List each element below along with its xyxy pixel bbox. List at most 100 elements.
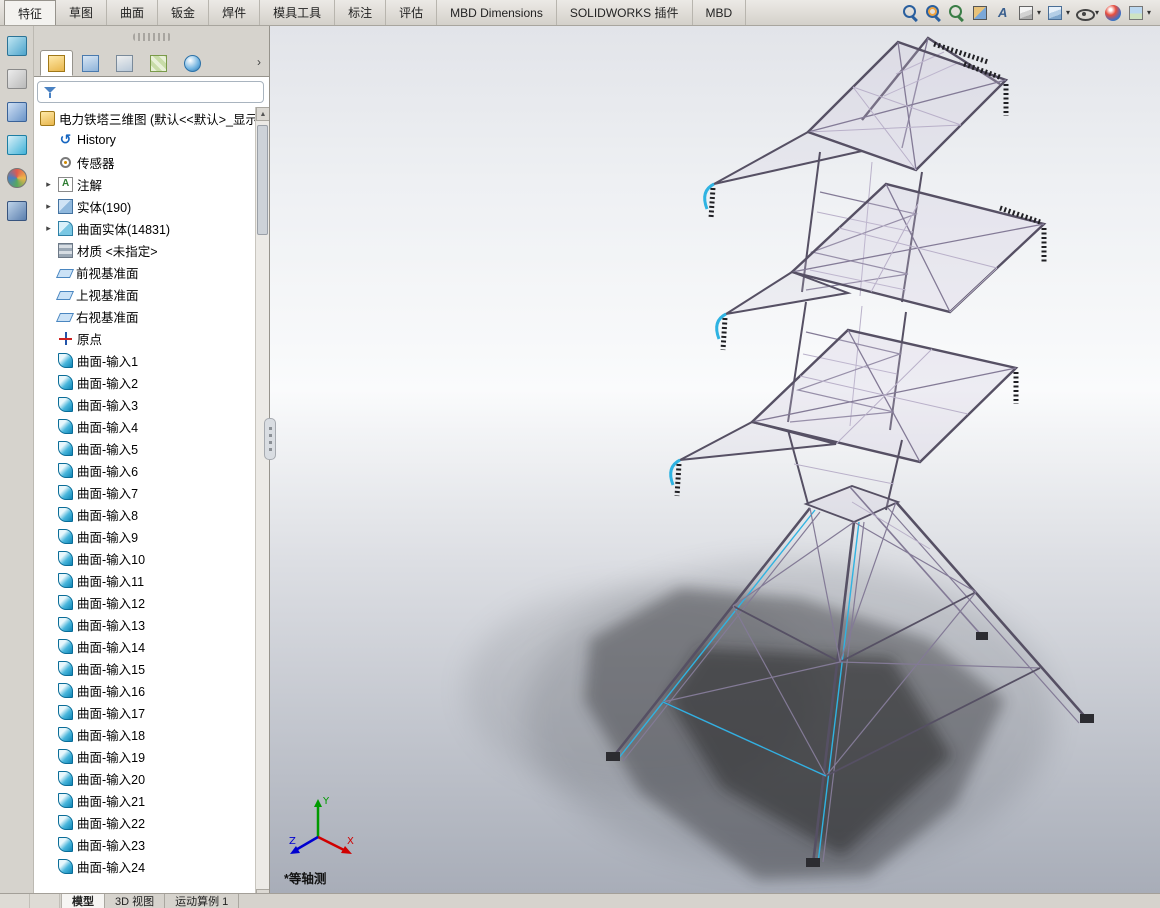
- previous-view-icon[interactable]: [947, 3, 967, 23]
- surfbodies-icon: [58, 221, 73, 236]
- tree-item-曲面-输入8[interactable]: ▸曲面-输入8: [34, 503, 255, 525]
- reference-triad: Y X Z: [288, 791, 358, 861]
- left-tool-icon-4[interactable]: [7, 135, 27, 155]
- tree-item-曲面-输入13[interactable]: ▸曲面-输入13: [34, 613, 255, 635]
- edit-appearance-icon[interactable]: [1103, 3, 1123, 23]
- dimxpertmanager-tab[interactable]: [142, 50, 175, 76]
- tree-item-曲面-输入5[interactable]: ▸曲面-输入5: [34, 437, 255, 459]
- propertymanager-tab[interactable]: [74, 50, 107, 76]
- apply-scene-icon[interactable]: ▾: [1126, 3, 1152, 23]
- tree-item-曲面-输入10[interactable]: ▸曲面-输入10: [34, 547, 255, 569]
- surface-icon: [58, 683, 73, 698]
- tree-item-曲面-输入23[interactable]: ▸曲面-输入23: [34, 833, 255, 855]
- tree-item-label: 曲面-输入7: [77, 483, 138, 502]
- tree-item-原点[interactable]: ▸原点: [34, 327, 255, 349]
- chevron-down-icon[interactable]: ▾: [1147, 8, 1151, 17]
- left-tool-icon-2[interactable]: [7, 69, 27, 89]
- ribbon-tab-钣金[interactable]: 钣金: [158, 0, 209, 25]
- featuremanager-tab[interactable]: [40, 50, 73, 76]
- commandmanager-collapse-strip: [34, 26, 269, 48]
- tree-item-曲面-输入15[interactable]: ▸曲面-输入15: [34, 657, 255, 679]
- expand-arrow-icon[interactable]: ▸: [43, 179, 54, 190]
- ribbon-tab-SOLIDWORKS 插件[interactable]: SOLIDWORKS 插件: [557, 0, 693, 25]
- tree-item-label: 实体(190): [77, 197, 131, 216]
- tree-item-曲面-输入11[interactable]: ▸曲面-输入11: [34, 569, 255, 591]
- ribbon-tab-评估[interactable]: 评估: [386, 0, 437, 25]
- ribbon-tab-MBD[interactable]: MBD: [693, 0, 747, 25]
- tree-item-曲面-输入1[interactable]: ▸曲面-输入1: [34, 349, 255, 371]
- zoom-to-fit-icon[interactable]: [901, 3, 921, 23]
- tree-item-上视基准面[interactable]: ▸上视基准面: [34, 283, 255, 305]
- tree-item-实体(190)[interactable]: ▸ 实体(190): [34, 195, 255, 217]
- vertical-scroll-thumb[interactable]: [257, 125, 268, 235]
- tree-item-曲面-输入14[interactable]: ▸曲面-输入14: [34, 635, 255, 657]
- configurationmanager-tab[interactable]: [108, 50, 141, 76]
- tree-item-label: 曲面-输入18: [77, 725, 145, 744]
- ribbon-tab-草图[interactable]: 草图: [56, 0, 107, 25]
- tree-item-右视基准面[interactable]: ▸右视基准面: [34, 305, 255, 327]
- ribbon-tab-焊件[interactable]: 焊件: [209, 0, 260, 25]
- tree-item-曲面-输入19[interactable]: ▸曲面-输入19: [34, 745, 255, 767]
- tree-item-曲面实体(14831)[interactable]: ▸曲面实体(14831): [34, 217, 255, 239]
- tree-item-曲面-输入17[interactable]: ▸曲面-输入17: [34, 701, 255, 723]
- panel-collapse-handle[interactable]: [133, 33, 171, 41]
- chevron-down-icon[interactable]: ▾: [1066, 8, 1070, 17]
- ribbon-tab-MBD Dimensions[interactable]: MBD Dimensions: [437, 0, 557, 25]
- headsup-toolbar: ▾ ▾ ▾ ▾: [901, 0, 1160, 25]
- chevron-down-icon[interactable]: ▾: [1095, 8, 1099, 17]
- y-axis-arrow: [314, 799, 322, 807]
- panel-splitter[interactable]: [264, 418, 276, 460]
- expand-arrow-icon[interactable]: ▸: [43, 223, 54, 234]
- left-tool-icon-5[interactable]: [7, 168, 27, 188]
- statusbar: 模型3D 视图运动算例 1: [0, 893, 1160, 908]
- tree-item-注解[interactable]: ▸注解: [34, 173, 255, 195]
- commandmanager-tabbar: 特征草图曲面钣金焊件模具工具标注评估MBD DimensionsSOLIDWOR…: [0, 0, 1160, 26]
- tree-item-材质 <未指定>[interactable]: ▸材质 <未指定>: [34, 239, 255, 261]
- tree-root-item[interactable]: 电力铁塔三维图 (默认<<默认>_显示: [34, 107, 255, 129]
- chevron-down-icon[interactable]: ▾: [1037, 8, 1041, 17]
- tree-item-曲面-输入24[interactable]: ▸曲面-输入24: [34, 855, 255, 877]
- tree-item-History[interactable]: ▸History: [34, 129, 255, 151]
- scroll-up-icon[interactable]: ▲: [256, 107, 269, 121]
- surface-icon: [58, 837, 73, 852]
- history-icon: [58, 133, 73, 148]
- expand-arrow-icon[interactable]: ▸: [43, 201, 54, 212]
- tree-vertical-scrollbar[interactable]: ▲ ▼: [255, 107, 269, 903]
- tree-item-曲面-输入20[interactable]: ▸曲面-输入20: [34, 767, 255, 789]
- tree-item-前视基准面[interactable]: ▸前视基准面: [34, 261, 255, 283]
- hide-show-items-icon[interactable]: ▾: [1074, 3, 1100, 23]
- tree-item-曲面-输入22[interactable]: ▸曲面-输入22: [34, 811, 255, 833]
- tree-item-曲面-输入12[interactable]: ▸曲面-输入12: [34, 591, 255, 613]
- displaymanager-tab[interactable]: [176, 50, 209, 76]
- left-tool-icon-1[interactable]: [7, 36, 27, 56]
- ribbon-tab-曲面[interactable]: 曲面: [107, 0, 158, 25]
- tree-item-曲面-输入9[interactable]: ▸曲面-输入9: [34, 525, 255, 547]
- left-tool-icon-3[interactable]: [7, 102, 27, 122]
- left-tool-icon-6[interactable]: [7, 201, 27, 221]
- tree-item-曲面-输入7[interactable]: ▸曲面-输入7: [34, 481, 255, 503]
- tree-item-曲面-输入3[interactable]: ▸曲面-输入3: [34, 393, 255, 415]
- view-orientation-icon[interactable]: ▾: [1016, 3, 1042, 23]
- display-style-icon[interactable]: ▾: [1045, 3, 1071, 23]
- tree-item-曲面-输入6[interactable]: ▸曲面-输入6: [34, 459, 255, 481]
- panel-tabs-overflow[interactable]: ›: [253, 53, 265, 71]
- tree-item-曲面-输入4[interactable]: ▸曲面-输入4: [34, 415, 255, 437]
- tree-item-曲面-输入16[interactable]: ▸曲面-输入16: [34, 679, 255, 701]
- tree-item-曲面-输入2[interactable]: ▸曲面-输入2: [34, 371, 255, 393]
- filter-input[interactable]: [62, 83, 258, 101]
- statusbar-tab-运动算例 1[interactable]: 运动算例 1: [165, 894, 239, 908]
- graphics-viewport[interactable]: Y X Z *等轴测: [270, 26, 1160, 893]
- section-view-icon[interactable]: [970, 3, 990, 23]
- dynamic-annotation-views-icon[interactable]: [993, 3, 1013, 23]
- tree-item-传感器[interactable]: ▸传感器: [34, 151, 255, 173]
- statusbar-tab-3D 视图[interactable]: 3D 视图: [105, 894, 165, 908]
- surface-icon: [58, 485, 73, 500]
- tree-item-曲面-输入18[interactable]: ▸曲面-输入18: [34, 723, 255, 745]
- ribbon-tab-特征[interactable]: 特征: [4, 0, 56, 25]
- surface-icon: [58, 573, 73, 588]
- ribbon-tab-标注[interactable]: 标注: [335, 0, 386, 25]
- statusbar-tab-模型[interactable]: 模型: [62, 894, 105, 908]
- ribbon-tab-模具工具[interactable]: 模具工具: [260, 0, 335, 25]
- tree-item-曲面-输入21[interactable]: ▸曲面-输入21: [34, 789, 255, 811]
- zoom-to-area-icon[interactable]: [924, 3, 944, 23]
